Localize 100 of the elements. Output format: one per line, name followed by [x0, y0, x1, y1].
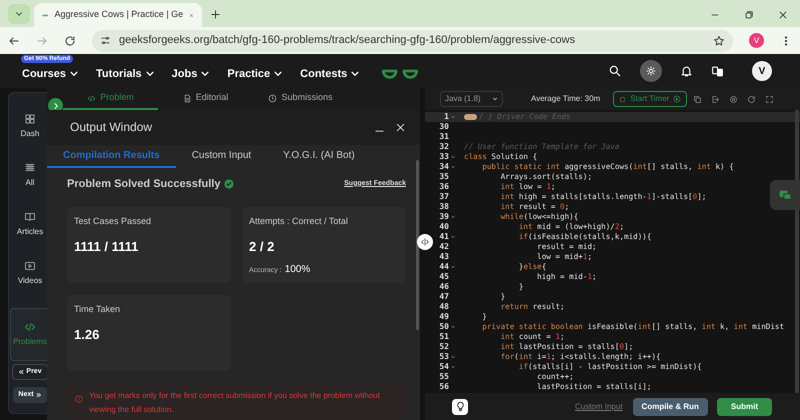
nav-menu[interactable]: Tutorials: [96, 66, 155, 82]
sidebar-item[interactable]: Articles: [10, 205, 50, 244]
translate-icon[interactable]: [711, 64, 724, 78]
export-icon[interactable]: [711, 94, 720, 104]
back-icon[interactable]: [8, 34, 20, 46]
line-number: 40: [439, 221, 449, 233]
code-editor[interactable]: [425, 110, 800, 393]
fold-icon[interactable]: [451, 115, 455, 119]
sidebar-item[interactable]: Dash: [10, 107, 50, 146]
bell-icon[interactable]: [680, 64, 693, 78]
language-select[interactable]: Java (1.8): [440, 91, 503, 107]
window-title: Output Window: [70, 119, 152, 136]
timer-icon: [619, 96, 626, 102]
line-number: 47: [439, 291, 449, 303]
caret-icon: [69, 69, 80, 79]
grid-icon: [24, 113, 36, 125]
video-icon: [24, 260, 36, 272]
compile-run-button[interactable]: Compile & Run: [632, 398, 708, 416]
settings-icon[interactable]: [729, 94, 738, 104]
nav-menu[interactable]: Practice: [227, 66, 284, 82]
double-chevron-left-icon: [18, 369, 24, 375]
chat-button[interactable]: [770, 180, 800, 210]
sidebar-item[interactable]: All: [10, 156, 50, 195]
line-number: 31: [439, 131, 449, 143]
fold-icon[interactable]: [451, 265, 455, 269]
nav-menu[interactable]: Contests: [300, 66, 360, 82]
folded-code-marker[interactable]: [464, 114, 477, 120]
nav-menu[interactable]: Courses: [22, 66, 80, 82]
profile-avatar[interactable]: V: [752, 61, 772, 81]
copy-icon[interactable]: [693, 94, 702, 104]
submit-button[interactable]: Submit: [716, 398, 772, 416]
chat-icon: [778, 188, 792, 202]
address-bar[interactable]: geeksforgeeks.org/batch/gfg-160-problems/track/searching-gfg-160/problem/aggressive-cows: [92, 30, 733, 52]
url-text: geeksforgeeks.org/batch/gfg-160-problems/track/searching-gfg-160/problem/aggressive-cows: [119, 33, 576, 48]
sun-icon: [646, 66, 656, 76]
sidebar-item[interactable]: Problems: [10, 308, 50, 361]
panel-tab[interactable]: Submissions: [253, 88, 348, 110]
site-settings-icon[interactable]: [100, 35, 111, 46]
search-icon[interactable]: [608, 64, 622, 78]
double-chevron-right-icon: [36, 392, 42, 398]
line-number: 32: [439, 141, 449, 153]
line-number: 41: [439, 231, 449, 243]
output-tab[interactable]: Y.O.G.I. (AI Bot): [267, 144, 371, 168]
hint-button[interactable]: [452, 398, 468, 414]
reset-icon[interactable]: [747, 94, 756, 104]
line-number: 42: [439, 241, 449, 253]
theme-toggle[interactable]: [640, 60, 662, 82]
sidebar-item[interactable]: Videos: [10, 254, 50, 293]
line-number: 43: [439, 251, 449, 263]
tab-title: Aggressive Cows | Practice | Ge: [54, 8, 184, 22]
card-value: 1.26: [74, 326, 100, 344]
custom-input-link[interactable]: Custom Input: [574, 400, 623, 412]
line-number: 38: [439, 201, 449, 213]
warning-note: You get marks only for the first correct submission if you solve the problem without viewing the full solution.: [89, 390, 381, 416]
close-icon[interactable]: [395, 122, 406, 133]
card-label: Time Taken: [74, 303, 122, 316]
nav-menu[interactable]: Jobs: [172, 66, 210, 82]
card-value: 1111 / 1111: [74, 238, 140, 256]
caret-icon: [200, 69, 210, 79]
document-icon: [182, 94, 192, 102]
info-icon: [75, 395, 83, 404]
fullscreen-icon[interactable]: [765, 94, 774, 104]
profile-avatar[interactable]: V: [749, 33, 764, 48]
panel-tab[interactable]: Editorial: [158, 88, 253, 110]
reload-icon[interactable]: [64, 34, 76, 46]
restore-icon[interactable]: [744, 10, 754, 20]
line-number: 48: [439, 301, 449, 313]
code-icon: [24, 321, 36, 333]
new-tab-icon[interactable]: [210, 9, 221, 20]
list-icon: [24, 162, 36, 174]
output-tab[interactable]: Custom Input: [176, 144, 268, 168]
fold-icon[interactable]: [451, 365, 455, 369]
browser-tab[interactable]: Aggressive Cows | Practice | Ge: [34, 3, 202, 27]
line-number: 37: [439, 191, 449, 203]
fold-icon[interactable]: [451, 215, 455, 219]
fold-icon[interactable]: [451, 165, 455, 169]
fold-icon[interactable]: [451, 235, 455, 239]
star-icon[interactable]: [713, 34, 725, 46]
caret-icon: [492, 96, 498, 102]
play-icon: [673, 95, 682, 103]
line-number: 50: [439, 321, 449, 333]
card-value: 2 / 2: [249, 238, 276, 256]
line-number: 54: [439, 361, 449, 373]
resize-icon: [420, 237, 430, 247]
line-number: 44: [439, 261, 449, 273]
fold-icon[interactable]: [451, 325, 455, 329]
line-number: 39: [439, 211, 449, 223]
line-number: 36: [439, 181, 449, 193]
close-icon[interactable]: [778, 10, 788, 20]
line-number: 49: [439, 311, 449, 323]
line-number: 51: [439, 331, 449, 343]
fold-icon[interactable]: [451, 355, 455, 359]
line-number: 1: [444, 111, 449, 123]
line-number: 56: [439, 381, 449, 393]
start-timer-button[interactable]: Start Timer: [613, 91, 688, 107]
chevron-right-icon: [52, 102, 60, 110]
caret-icon: [273, 69, 284, 79]
card-label: Attempts : Correct / Total: [249, 215, 349, 228]
line-number: 33: [439, 151, 449, 163]
fold-icon[interactable]: [451, 155, 455, 159]
